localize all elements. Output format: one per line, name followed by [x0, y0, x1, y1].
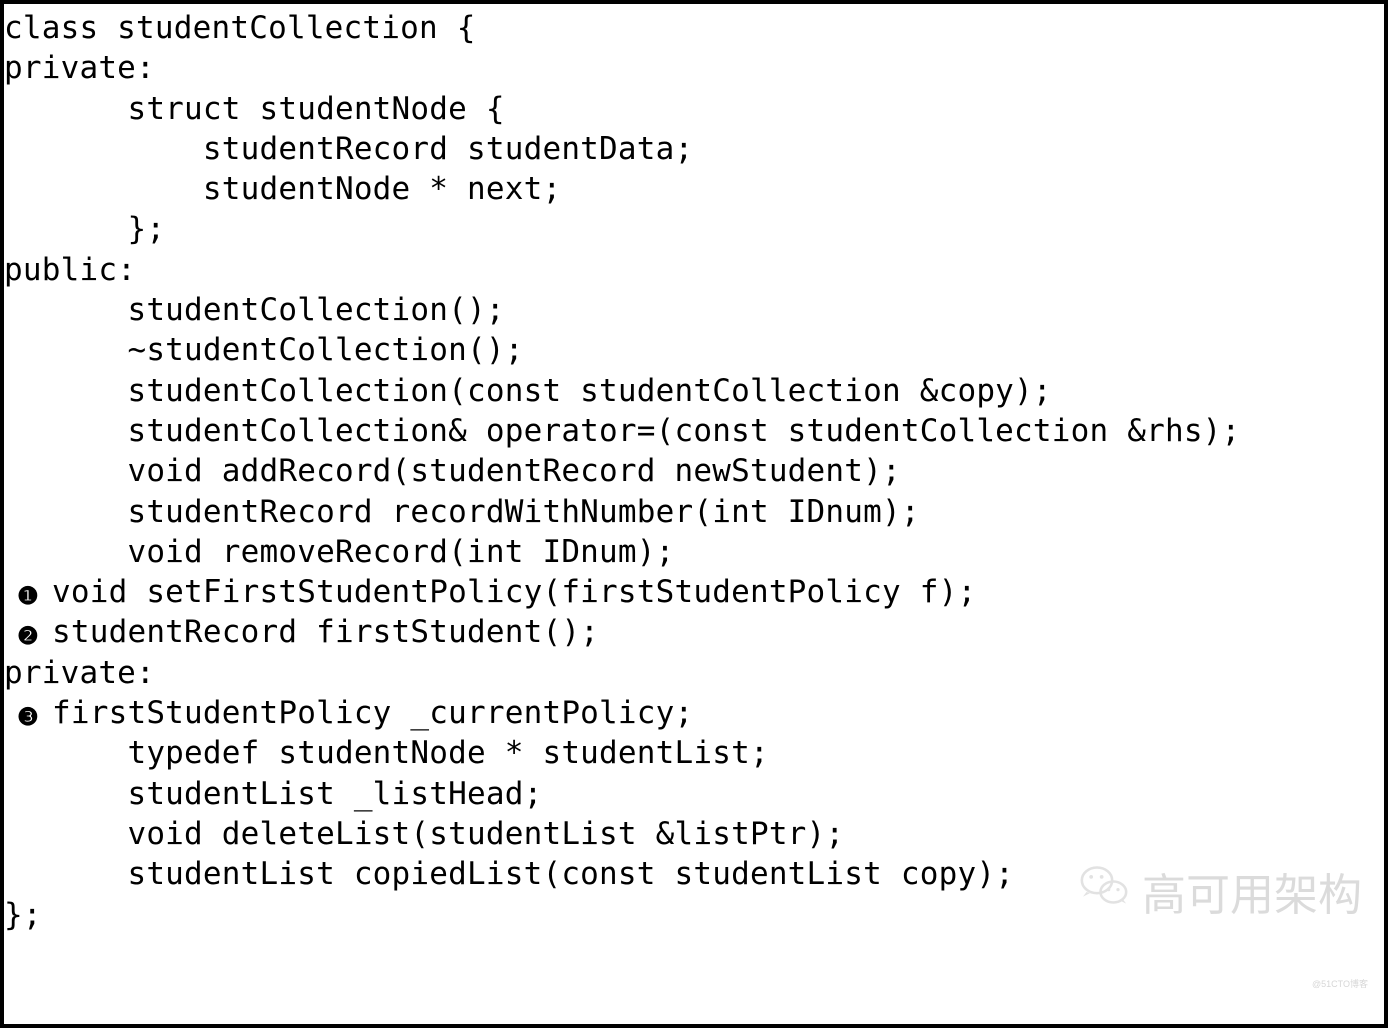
code-text: };: [4, 895, 42, 935]
callout-gutter: ❶: [4, 572, 52, 612]
code-text: void deleteList(studentList &listPtr);: [52, 814, 844, 854]
code-line: };: [4, 209, 1384, 249]
code-line: studentList _listHead;: [4, 774, 1384, 814]
code-text: studentCollection& operator=(const stude…: [52, 411, 1240, 451]
code-text: typedef studentNode * studentList;: [52, 733, 769, 773]
code-text: studentCollection();: [52, 290, 505, 330]
callout-marker: ❶: [15, 584, 41, 610]
code-line: studentList copiedList(const studentList…: [4, 854, 1384, 894]
code-line: class studentCollection {: [4, 8, 1384, 48]
code-line: studentCollection();: [4, 290, 1384, 330]
code-text: studentNode * next;: [52, 169, 561, 209]
callout-gutter: ❷: [4, 612, 52, 652]
code-text: public:: [4, 250, 136, 290]
code-text: studentList copiedList(const studentList…: [52, 854, 1014, 894]
code-line: studentRecord recordWithNumber(int IDnum…: [4, 492, 1384, 532]
code-frame: class studentCollection {private: struct…: [0, 0, 1388, 1028]
callout-marker: ❷: [15, 625, 41, 651]
code-block: class studentCollection {private: struct…: [4, 8, 1384, 935]
code-text: studentRecord firstStudent();: [52, 612, 599, 652]
code-line: void deleteList(studentList &listPtr);: [4, 814, 1384, 854]
code-text: private:: [4, 48, 155, 88]
code-text: firstStudentPolicy _currentPolicy;: [52, 693, 693, 733]
code-line: private:: [4, 653, 1384, 693]
code-line: studentCollection& operator=(const stude…: [4, 411, 1384, 451]
code-text: struct studentNode {: [52, 89, 505, 129]
code-line: ❷ studentRecord firstStudent();: [4, 612, 1384, 652]
code-line: studentRecord studentData;: [4, 129, 1384, 169]
code-text: class studentCollection {: [4, 8, 476, 48]
code-line: public:: [4, 250, 1384, 290]
code-text: void addRecord(studentRecord newStudent)…: [52, 451, 901, 491]
code-text: studentRecord recordWithNumber(int IDnum…: [52, 492, 920, 532]
code-text: studentCollection(const studentCollectio…: [52, 371, 1052, 411]
code-line: void addRecord(studentRecord newStudent)…: [4, 451, 1384, 491]
code-line: ~studentCollection();: [4, 330, 1384, 370]
code-text: studentRecord studentData;: [52, 129, 693, 169]
callout-gutter: ❸: [4, 693, 52, 733]
code-line: };: [4, 895, 1384, 935]
tiny-watermark: @51CTO博客: [1312, 977, 1368, 990]
code-line: private:: [4, 48, 1384, 88]
code-text: };: [52, 209, 165, 249]
code-line: ❶ void setFirstStudentPolicy(firstStudent…: [4, 572, 1384, 612]
code-text: ~studentCollection();: [52, 330, 524, 370]
code-text: void removeRecord(int IDnum);: [52, 532, 675, 572]
code-text: private:: [4, 653, 155, 693]
code-line: void removeRecord(int IDnum);: [4, 532, 1384, 572]
code-text: void setFirstStudentPolicy(firstStudentP…: [52, 572, 976, 612]
code-line: typedef studentNode * studentList;: [4, 733, 1384, 773]
code-line: ❸ firstStudentPolicy _currentPolicy;: [4, 693, 1384, 733]
code-text: studentList _listHead;: [52, 774, 542, 814]
callout-marker: ❸: [15, 705, 41, 731]
code-line: studentNode * next;: [4, 169, 1384, 209]
code-line: studentCollection(const studentCollectio…: [4, 371, 1384, 411]
code-line: struct studentNode {: [4, 89, 1384, 129]
